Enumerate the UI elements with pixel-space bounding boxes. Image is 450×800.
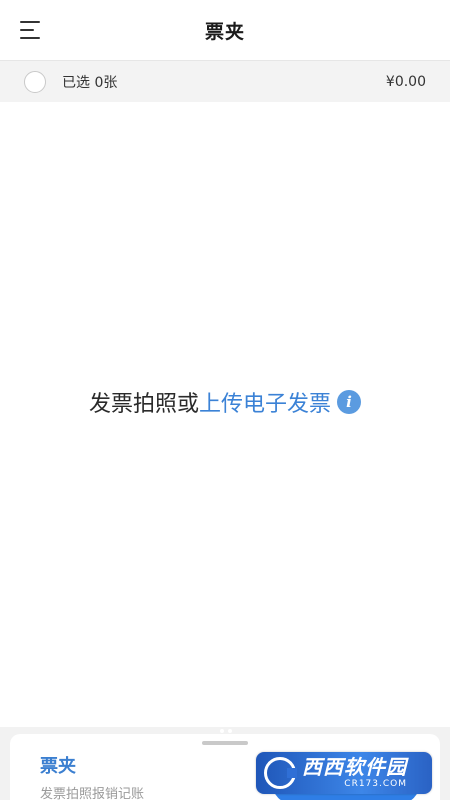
- selected-count: 已选 0张: [62, 74, 118, 91]
- app-root: 票夹 已选 0张 ¥0.00 发票拍照或 上传电子发票 i 票夹 发票拍照报销记…: [0, 0, 450, 800]
- menu-icon-line: [20, 29, 34, 31]
- info-icon[interactable]: i: [337, 390, 362, 414]
- watermark: 西西软件园 CR173.COM: [256, 752, 432, 794]
- menu-icon-line: [20, 37, 40, 39]
- upload-einvoice-link[interactable]: 上传电子发票: [199, 386, 331, 418]
- empty-prompt: 发票拍照或 上传电子发票 i: [0, 386, 450, 418]
- total-amount: ¥0.00: [385, 73, 426, 90]
- watermark-subtext: CR173.COM: [344, 779, 407, 789]
- watermark-text: 西西软件园: [302, 755, 407, 779]
- page-title: 票夹: [204, 20, 245, 43]
- header: 票夹: [0, 0, 450, 60]
- select-all-checkbox[interactable]: [24, 70, 46, 93]
- select-bar: 已选 0张 ¥0.00: [0, 60, 450, 102]
- sheet-title: 票夹: [40, 756, 76, 777]
- empty-state: 发票拍照或 上传电子发票 i: [0, 102, 450, 727]
- prompt-text: 发票拍照或: [88, 392, 199, 417]
- menu-icon: [20, 21, 40, 23]
- watermark-logo-icon: [264, 757, 297, 789]
- menu-button[interactable]: [14, 16, 46, 44]
- page-indicator: [220, 729, 232, 733]
- drag-handle[interactable]: [202, 741, 248, 745]
- sheet-subtitle: 发票拍照报销记账: [40, 787, 145, 800]
